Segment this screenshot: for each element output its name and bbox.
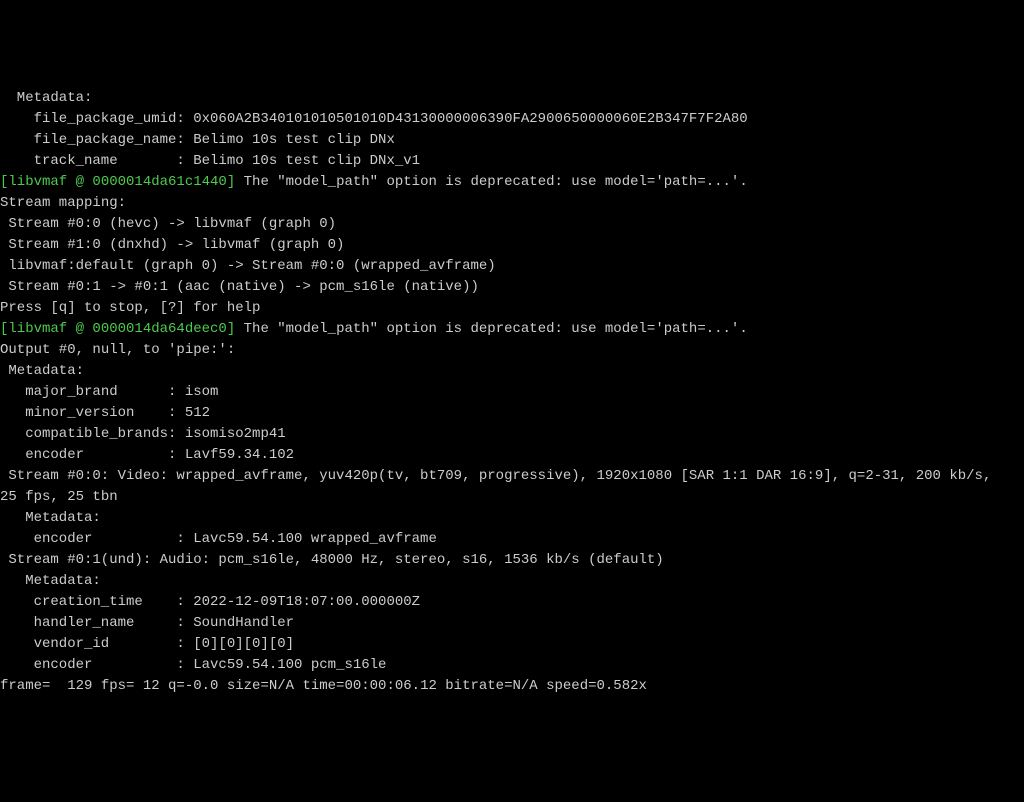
terminal-line: 25 fps, 25 tbn xyxy=(0,487,1024,508)
log-text: file_package_umid: 0x060A2B3401010105010… xyxy=(34,111,748,127)
log-text: file_package_name: Belimo 10s test clip … xyxy=(34,132,395,148)
terminal-line: Stream #0:1(und): Audio: pcm_s16le, 4800… xyxy=(0,550,1024,571)
log-text: Stream #0:0: Video: wrapped_avframe, yuv… xyxy=(8,468,991,484)
log-text: vendor_id : [0][0][0][0] xyxy=(34,636,294,652)
log-text: Stream mapping: xyxy=(0,195,126,211)
log-text: Stream #0:1 -> #0:1 (aac (native) -> pcm… xyxy=(8,279,478,295)
terminal-line: file_package_name: Belimo 10s test clip … xyxy=(0,130,1024,151)
terminal-line: handler_name : SoundHandler xyxy=(0,613,1024,634)
log-text: 25 fps, 25 tbn xyxy=(0,489,118,505)
log-text: libvmaf:default (graph 0) -> Stream #0:0… xyxy=(8,258,495,274)
log-text: track_name : Belimo 10s test clip DNx_v1 xyxy=(34,153,420,169)
terminal-line: frame= 129 fps= 12 q=-0.0 size=N/A time=… xyxy=(0,676,1024,697)
terminal-line: Stream #0:1 -> #0:1 (aac (native) -> pcm… xyxy=(0,277,1024,298)
terminal-line: Output #0, null, to 'pipe:': xyxy=(0,340,1024,361)
terminal-line: Press [q] to stop, [?] for help xyxy=(0,298,1024,319)
terminal-line: vendor_id : [0][0][0][0] xyxy=(0,634,1024,655)
terminal-line: Metadata: xyxy=(0,361,1024,382)
log-text: Metadata: xyxy=(25,573,101,589)
log-text: creation_time : 2022-12-09T18:07:00.0000… xyxy=(34,594,420,610)
log-text: encoder : Lavf59.34.102 xyxy=(25,447,294,463)
terminal-line: encoder : Lavc59.54.100 wrapped_avframe xyxy=(0,529,1024,550)
log-text: The "model_path" option is deprecated: u… xyxy=(235,321,747,337)
terminal-line: minor_version : 512 xyxy=(0,403,1024,424)
log-text: encoder : Lavc59.54.100 pcm_s16le xyxy=(34,657,387,673)
log-text: Metadata: xyxy=(25,510,101,526)
terminal-line: Stream #0:0 (hevc) -> libvmaf (graph 0) xyxy=(0,214,1024,235)
terminal-line: major_brand : isom xyxy=(0,382,1024,403)
log-text: frame= 129 fps= 12 q=-0.0 size=N/A time=… xyxy=(0,678,647,694)
terminal-line: encoder : Lavc59.54.100 pcm_s16le xyxy=(0,655,1024,676)
terminal-output: Metadata: file_package_umid: 0x060A2B3401… xyxy=(0,88,1024,697)
terminal-line: encoder : Lavf59.34.102 xyxy=(0,445,1024,466)
terminal-line: Stream #0:0: Video: wrapped_avframe, yuv… xyxy=(0,466,1024,487)
log-text: Stream #0:0 (hevc) -> libvmaf (graph 0) xyxy=(8,216,336,232)
log-prefix: [libvmaf @ 0000014da64deec0] xyxy=(0,321,235,337)
log-prefix: [libvmaf @ 0000014da61c1440] xyxy=(0,174,235,190)
terminal-line: [libvmaf @ 0000014da64deec0] The "model_… xyxy=(0,319,1024,340)
log-text: encoder : Lavc59.54.100 wrapped_avframe xyxy=(34,531,437,547)
terminal-line: libvmaf:default (graph 0) -> Stream #0:0… xyxy=(0,256,1024,277)
terminal-line: file_package_umid: 0x060A2B3401010105010… xyxy=(0,109,1024,130)
terminal-line: [libvmaf @ 0000014da61c1440] The "model_… xyxy=(0,172,1024,193)
log-text: compatible_brands: isomiso2mp41 xyxy=(25,426,285,442)
log-text: minor_version : 512 xyxy=(25,405,210,421)
terminal-line: creation_time : 2022-12-09T18:07:00.0000… xyxy=(0,592,1024,613)
terminal-line: Metadata: xyxy=(0,88,1024,109)
terminal-line: track_name : Belimo 10s test clip DNx_v1 xyxy=(0,151,1024,172)
terminal-line: Stream mapping: xyxy=(0,193,1024,214)
terminal-line: Metadata: xyxy=(0,508,1024,529)
log-text: major_brand : isom xyxy=(25,384,218,400)
log-text: Press [q] to stop, [?] for help xyxy=(0,300,260,316)
log-text: Stream #1:0 (dnxhd) -> libvmaf (graph 0) xyxy=(8,237,344,253)
log-text: Metadata: xyxy=(17,90,93,106)
log-text: Output #0, null, to 'pipe:': xyxy=(0,342,235,358)
terminal-line: compatible_brands: isomiso2mp41 xyxy=(0,424,1024,445)
terminal-line: Stream #1:0 (dnxhd) -> libvmaf (graph 0) xyxy=(0,235,1024,256)
log-text: Stream #0:1(und): Audio: pcm_s16le, 4800… xyxy=(8,552,663,568)
terminal-line: Metadata: xyxy=(0,571,1024,592)
log-text: handler_name : SoundHandler xyxy=(34,615,294,631)
log-text: Metadata: xyxy=(8,363,84,379)
log-text: The "model_path" option is deprecated: u… xyxy=(235,174,747,190)
